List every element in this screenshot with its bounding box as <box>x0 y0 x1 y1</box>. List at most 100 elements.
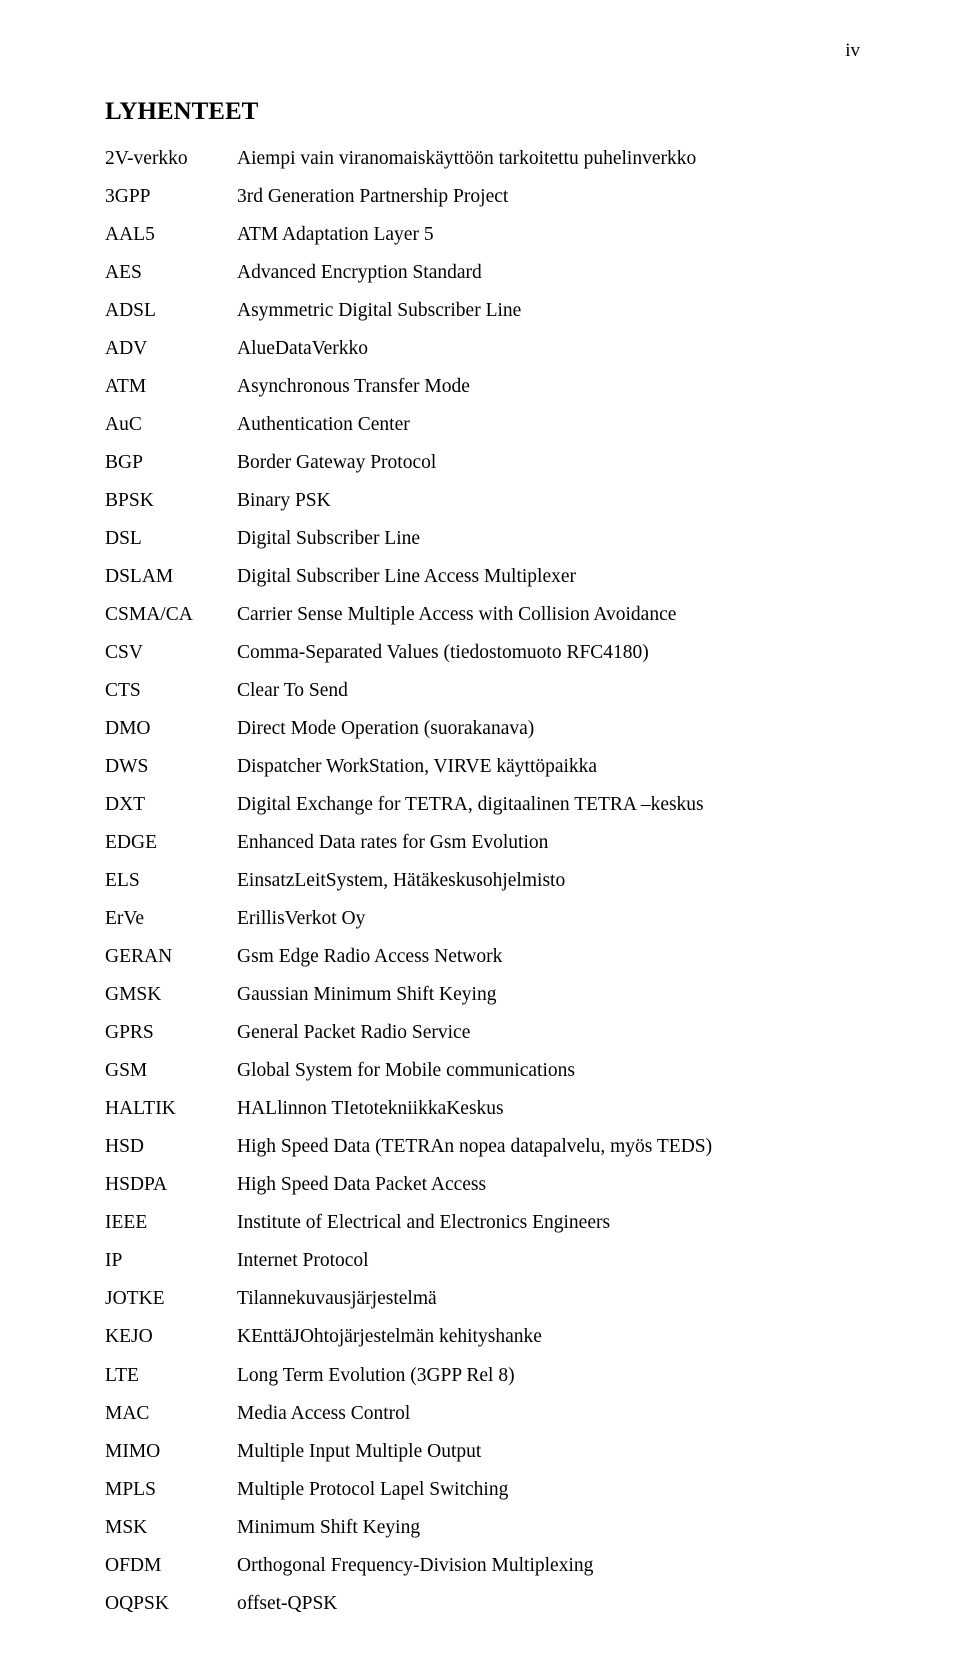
abbr-term: IP <box>105 1242 237 1280</box>
abbr-term: AuC <box>105 406 237 444</box>
abbr-term: CSMA/CA <box>105 596 237 634</box>
abbr-row: IEEEInstitute of Electrical and Electron… <box>105 1204 868 1242</box>
abbr-term: DSLAM <box>105 558 237 596</box>
abbr-row: MACMedia Access Control <box>105 1395 868 1433</box>
abbr-term: CTS <box>105 672 237 710</box>
abbr-row: MPLSMultiple Protocol Lapel Switching <box>105 1471 868 1509</box>
abbr-term: MSK <box>105 1509 237 1547</box>
abbr-row: ADSLAsymmetric Digital Subscriber Line <box>105 292 868 330</box>
abbr-definition: Tilannekuvausjärjestelmä <box>237 1280 868 1318</box>
abbr-definition: ATM Adaptation Layer 5 <box>237 216 868 254</box>
abbr-definition: ErillisVerkot Oy <box>237 900 868 938</box>
abbr-row: GMSKGaussian Minimum Shift Keying <box>105 976 868 1014</box>
abbr-definition: Gsm Edge Radio Access Network <box>237 938 868 976</box>
abbr-row: JOTKETilannekuvausjärjestelmä <box>105 1280 868 1318</box>
abbr-term: JOTKE <box>105 1280 237 1318</box>
abbr-term: LTE <box>105 1357 237 1395</box>
abbr-term: 3GPP <box>105 178 237 216</box>
abbr-term: HSD <box>105 1128 237 1166</box>
document-page: iv LYHENTEET 2V-verkkoAiempi vain virano… <box>0 0 960 1663</box>
abbreviation-list: 2V-verkkoAiempi vain viranomaiskäyttöön … <box>105 140 868 1623</box>
abbr-definition: Enhanced Data rates for Gsm Evolution <box>237 824 868 862</box>
abbr-row: AESAdvanced Encryption Standard <box>105 254 868 292</box>
abbr-definition: High Speed Data (TETRAn nopea datapalvel… <box>237 1128 868 1166</box>
abbr-row: IPInternet Protocol <box>105 1242 868 1280</box>
abbr-definition: Institute of Electrical and Electronics … <box>237 1204 868 1242</box>
abbr-term: DWS <box>105 748 237 786</box>
abbr-term: MIMO <box>105 1433 237 1471</box>
abbr-definition: Aiempi vain viranomaiskäyttöön tarkoitet… <box>237 140 868 178</box>
page-title: LYHENTEET <box>105 98 868 126</box>
abbr-term: AES <box>105 254 237 292</box>
abbr-definition: KEnttäJOhtojärjestelmän kehityshanke <box>237 1318 868 1356</box>
abbr-row: 3GPP3rd Generation Partnership Project <box>105 178 868 216</box>
abbr-term: GMSK <box>105 976 237 1014</box>
abbr-row: CSMA/CACarrier Sense Multiple Access wit… <box>105 596 868 634</box>
abbr-definition: Binary PSK <box>237 482 868 520</box>
abbr-term: OFDM <box>105 1547 237 1585</box>
abbr-term: HALTIK <box>105 1090 237 1128</box>
abbr-row: DSLDigital Subscriber Line <box>105 520 868 558</box>
abbr-row: EDGEEnhanced Data rates for Gsm Evolutio… <box>105 824 868 862</box>
abbr-term: 2V-verkko <box>105 140 237 178</box>
abbr-row: HALTIKHALlinnon TIetotekniikkaKeskus <box>105 1090 868 1128</box>
abbr-row: DWSDispatcher WorkStation, VIRVE käyttöp… <box>105 748 868 786</box>
abbr-term: MAC <box>105 1395 237 1433</box>
abbr-row: KEJOKEnttäJOhtojärjestelmän kehityshanke <box>105 1318 868 1356</box>
abbr-row: MSKMinimum Shift Keying <box>105 1509 868 1547</box>
abbr-definition: Gaussian Minimum Shift Keying <box>237 976 868 1014</box>
abbr-row: HSDPAHigh Speed Data Packet Access <box>105 1166 868 1204</box>
abbr-definition: Carrier Sense Multiple Access with Colli… <box>237 596 868 634</box>
abbr-definition: Digital Exchange for TETRA, digitaalinen… <box>237 786 868 824</box>
abbr-row: GERANGsm Edge Radio Access Network <box>105 938 868 976</box>
abbr-term: GERAN <box>105 938 237 976</box>
abbr-definition: Dispatcher WorkStation, VIRVE käyttöpaik… <box>237 748 868 786</box>
abbr-term: ADV <box>105 330 237 368</box>
page-number: iv <box>105 40 868 62</box>
abbr-term: AAL5 <box>105 216 237 254</box>
abbr-definition: EinsatzLeitSystem, Hätäkeskusohjelmisto <box>237 862 868 900</box>
abbr-row: ELSEinsatzLeitSystem, Hätäkeskusohjelmis… <box>105 862 868 900</box>
abbr-term: IEEE <box>105 1204 237 1242</box>
abbr-definition: 3rd Generation Partnership Project <box>237 178 868 216</box>
abbr-definition: General Packet Radio Service <box>237 1014 868 1052</box>
abbr-row: LTELong Term Evolution (3GPP Rel 8) <box>105 1357 868 1395</box>
abbr-definition: Minimum Shift Keying <box>237 1509 868 1547</box>
abbr-term: DXT <box>105 786 237 824</box>
abbr-term: BGP <box>105 444 237 482</box>
abbr-term: HSDPA <box>105 1166 237 1204</box>
abbr-definition: Comma-Separated Values (tiedostomuoto RF… <box>237 634 868 672</box>
abbr-term: ELS <box>105 862 237 900</box>
abbr-definition: HALlinnon TIetotekniikkaKeskus <box>237 1090 868 1128</box>
abbr-term: GSM <box>105 1052 237 1090</box>
abbr-definition: Asymmetric Digital Subscriber Line <box>237 292 868 330</box>
abbr-definition: Authentication Center <box>237 406 868 444</box>
abbr-term: ErVe <box>105 900 237 938</box>
abbr-definition: Media Access Control <box>237 1395 868 1433</box>
abbr-row: ErVeErillisVerkot Oy <box>105 900 868 938</box>
abbr-row: AuCAuthentication Center <box>105 406 868 444</box>
abbr-term: ATM <box>105 368 237 406</box>
abbr-term: DMO <box>105 710 237 748</box>
abbr-term: DSL <box>105 520 237 558</box>
abbr-row: GPRSGeneral Packet Radio Service <box>105 1014 868 1052</box>
abbr-row: MIMOMultiple Input Multiple Output <box>105 1433 868 1471</box>
abbr-term: CSV <box>105 634 237 672</box>
abbr-definition: Internet Protocol <box>237 1242 868 1280</box>
abbr-row: DSLAMDigital Subscriber Line Access Mult… <box>105 558 868 596</box>
abbr-row: DMODirect Mode Operation (suorakanava) <box>105 710 868 748</box>
abbr-term: GPRS <box>105 1014 237 1052</box>
abbr-row: 2V-verkkoAiempi vain viranomaiskäyttöön … <box>105 140 868 178</box>
abbr-row: BPSKBinary PSK <box>105 482 868 520</box>
abbr-term: EDGE <box>105 824 237 862</box>
abbr-term: ADSL <box>105 292 237 330</box>
abbr-definition: Digital Subscriber Line Access Multiplex… <box>237 558 868 596</box>
abbr-row: HSDHigh Speed Data (TETRAn nopea datapal… <box>105 1128 868 1166</box>
abbr-term: KEJO <box>105 1318 237 1356</box>
abbr-definition: Advanced Encryption Standard <box>237 254 868 292</box>
abbr-definition: Orthogonal Frequency-Division Multiplexi… <box>237 1547 868 1585</box>
abbr-definition: Multiple Input Multiple Output <box>237 1433 868 1471</box>
abbr-row: GSMGlobal System for Mobile communicatio… <box>105 1052 868 1090</box>
abbr-row: AAL5ATM Adaptation Layer 5 <box>105 216 868 254</box>
abbr-definition: Long Term Evolution (3GPP Rel 8) <box>237 1357 868 1395</box>
